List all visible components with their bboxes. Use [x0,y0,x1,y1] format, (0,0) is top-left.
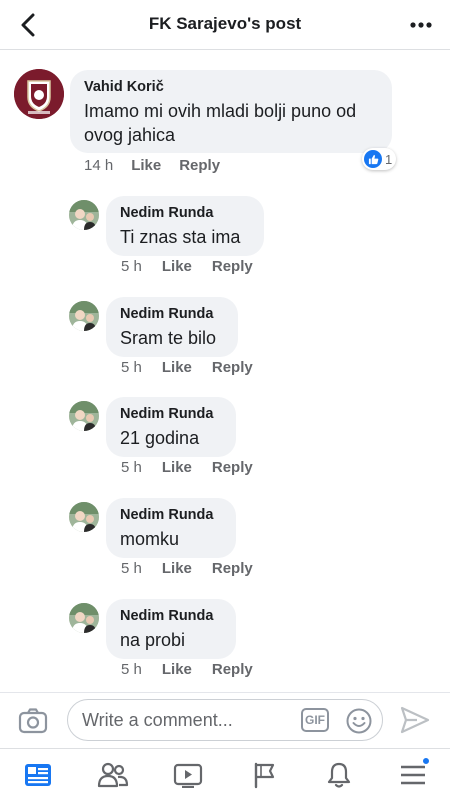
top-bar: FK Sarajevo's post [0,0,450,50]
comment-input[interactable] [82,700,292,740]
thumbs-up-icon [364,150,382,168]
more-dots-icon[interactable] [408,12,434,38]
reply-actions: 5 h Like Reply [121,359,253,376]
reply-author[interactable]: Nedim Runda [120,506,222,524]
reaction-summary[interactable]: 1 [362,148,397,170]
reply-text: Sram te bilo [120,328,217,348]
reply-bubble[interactable]: Nedim Runda Ti znas sta ima [106,196,264,256]
news-feed-icon[interactable] [21,759,55,791]
reply-time: 5 h [121,560,142,577]
friends-icon[interactable] [96,759,130,791]
comment-time: 14 h [84,157,114,174]
reply-button[interactable]: Reply [212,560,253,577]
reply-author[interactable]: Nedim Runda [120,607,222,625]
comment-field[interactable]: GIF [67,699,383,741]
notifications-bell-icon[interactable] [322,759,356,791]
reply-author-avatar[interactable] [69,603,99,633]
comment-composer: GIF [0,692,450,748]
comment-author[interactable]: Vahid Korič [84,78,378,96]
reply-bubble[interactable]: Nedim Runda Sram te bilo [106,297,238,357]
reply-time: 5 h [121,359,142,376]
comment-text: Imamo mi ovih mladi bolji puno od ovog j… [84,101,357,145]
watch-icon[interactable] [171,759,205,791]
bottom-nav [0,748,450,800]
reply-text: 21 godina [120,428,200,448]
send-icon[interactable] [399,705,433,737]
reply-button[interactable]: Reply [212,459,253,476]
page-title: FK Sarajevo's post [148,14,302,33]
gif-button[interactable]: GIF [301,708,329,732]
reply-bubble[interactable]: Nedim Runda na probi [106,599,236,659]
like-button[interactable]: Like [162,359,192,376]
fk-sarajevo-crest-avatar[interactable] [14,69,64,119]
emoji-icon[interactable] [346,708,372,734]
reply-text: momku [120,529,180,549]
comment-bubble[interactable]: Vahid Korič Imamo mi ovih mladi bolji pu… [70,70,392,153]
camera-icon[interactable] [18,707,48,735]
reply-text: Ti znas sta ima [120,227,241,247]
reply-author[interactable]: Nedim Runda [120,405,222,423]
reply-button[interactable]: Reply [212,661,253,678]
reply-author[interactable]: Nedim Runda [120,305,224,323]
reply-text: na probi [120,630,186,650]
comment-actions: 14 h Like Reply [84,157,220,174]
reaction-count: 1 [385,151,393,167]
menu-notification-dot [421,756,431,766]
like-button[interactable]: Like [162,560,192,577]
reply-author-avatar[interactable] [69,200,99,230]
like-button[interactable]: Like [162,661,192,678]
reply-author-avatar[interactable] [69,502,99,532]
reply-actions: 5 h Like Reply [121,661,253,678]
reply-bubble[interactable]: Nedim Runda momku [106,498,236,558]
pages-flag-icon[interactable] [247,759,281,791]
reply-button[interactable]: Reply [212,258,253,275]
reply-time: 5 h [121,258,142,275]
reply-actions: 5 h Like Reply [121,560,253,577]
reply-actions: 5 h Like Reply [121,459,253,476]
like-button[interactable]: Like [131,157,161,174]
reply-time: 5 h [121,661,142,678]
like-button[interactable]: Like [162,258,192,275]
reply-bubble[interactable]: Nedim Runda 21 godina [106,397,236,457]
reply-button[interactable]: Reply [212,359,253,376]
reply-author-avatar[interactable] [69,401,99,431]
like-button[interactable]: Like [162,459,192,476]
reply-author[interactable]: Nedim Runda [120,204,250,222]
reply-author-avatar[interactable] [69,301,99,331]
reply-actions: 5 h Like Reply [121,258,253,275]
reply-button[interactable]: Reply [179,157,220,174]
reply-time: 5 h [121,459,142,476]
